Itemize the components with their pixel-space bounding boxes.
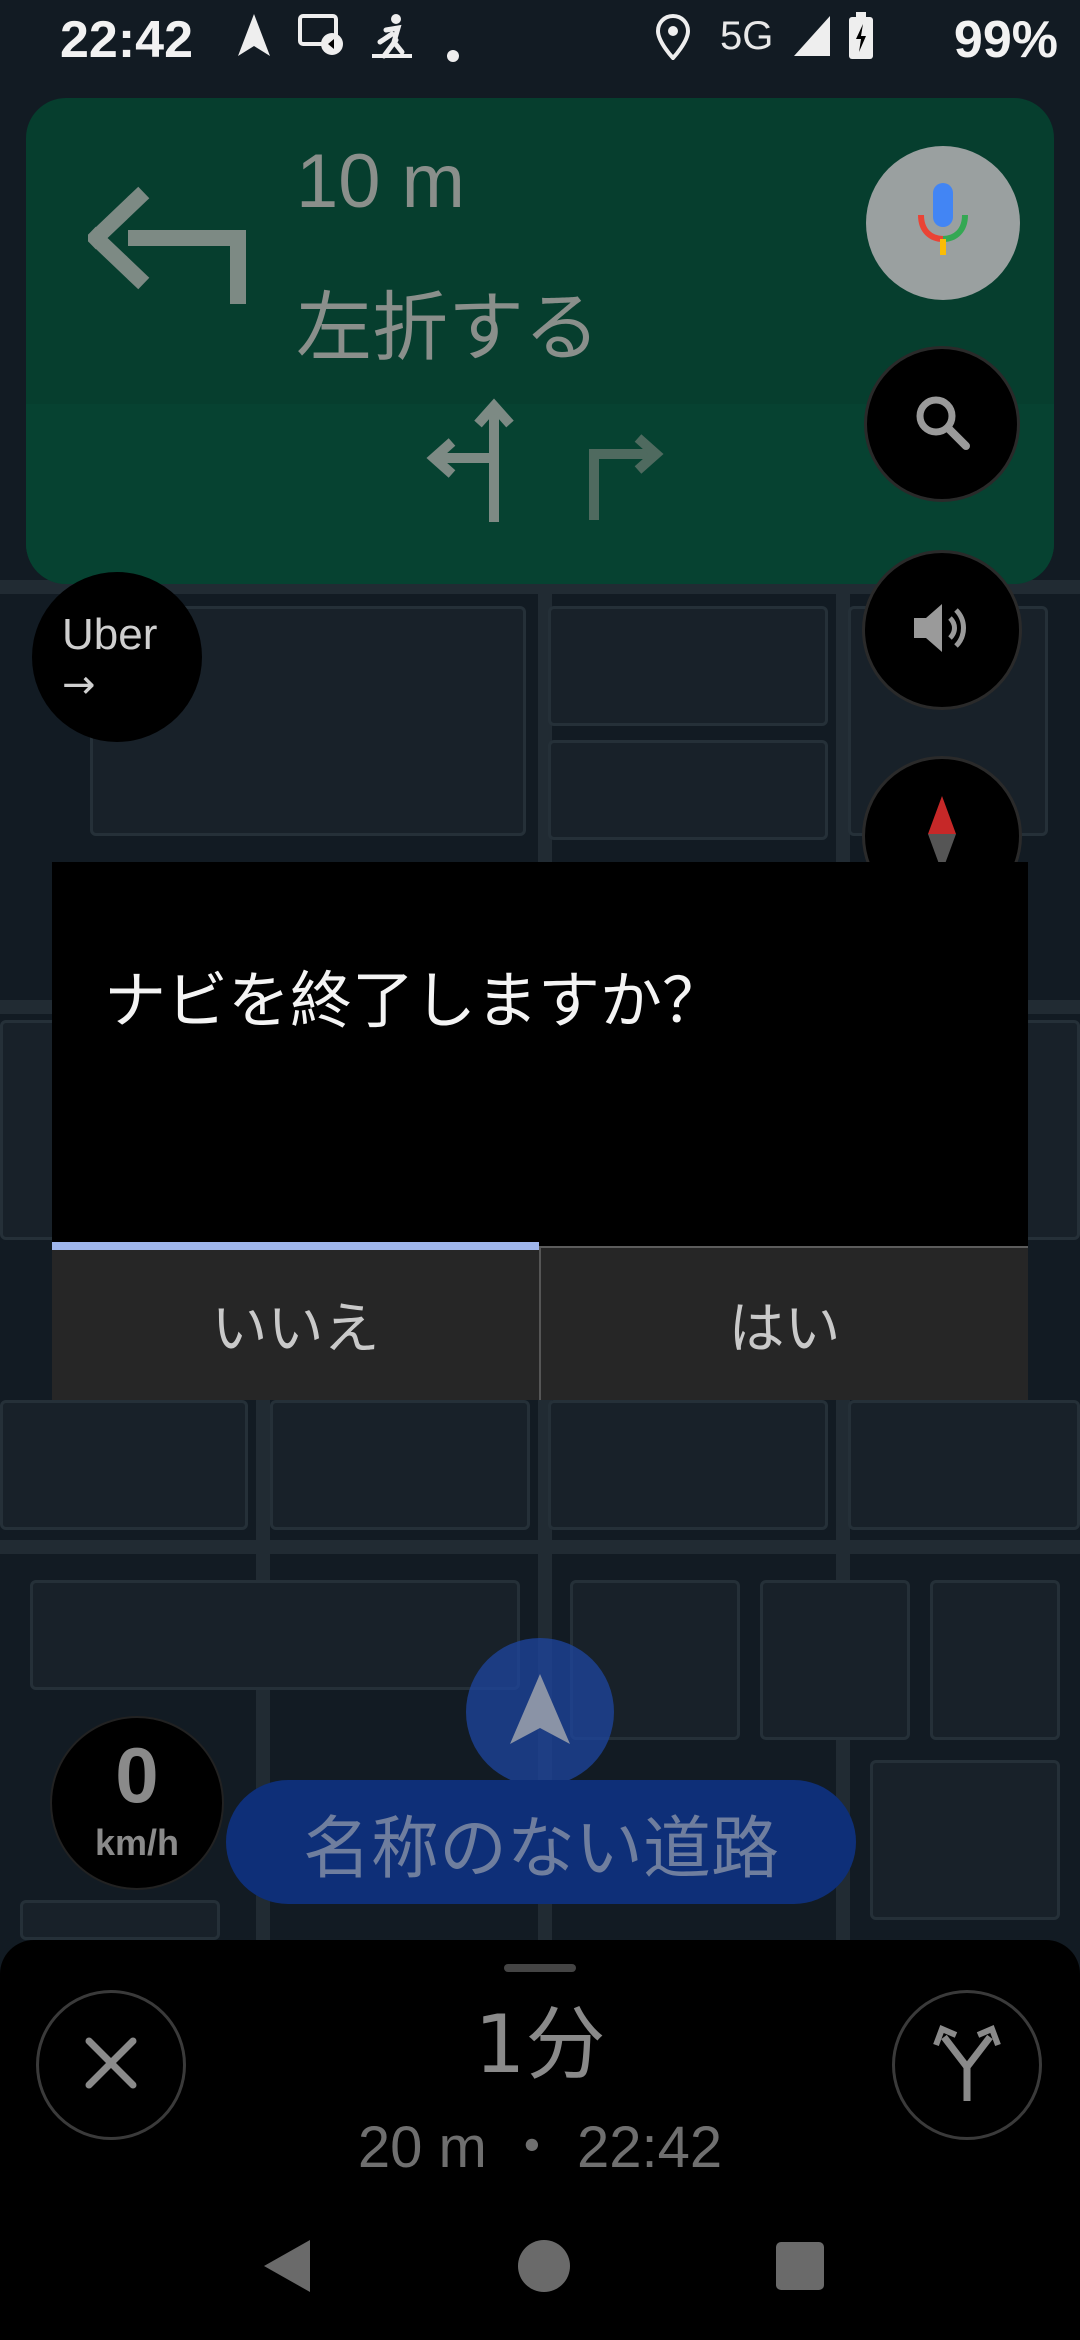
sound-button[interactable] [862, 550, 1022, 710]
running-icon [370, 12, 414, 70]
status-bar: 22:42 5G 99% [0, 0, 1080, 84]
end-navigation-dialog: ナビを終了しますか？ いいえ はい [52, 862, 1028, 1400]
home-icon[interactable] [516, 2236, 572, 2300]
speed-unit: km/h [94, 1822, 180, 1863]
search-icon [912, 392, 972, 456]
current-location-marker [466, 1638, 614, 1786]
volume-icon [910, 600, 974, 660]
turn-left-icon [84, 176, 268, 310]
recents-icon[interactable] [774, 2236, 826, 2300]
navigation-icon [234, 12, 274, 70]
focus-indicator [52, 1242, 539, 1250]
no-button[interactable]: いいえ [52, 1242, 539, 1400]
arrow-right-icon: → [62, 662, 96, 708]
yes-button-label: はい [728, 1296, 841, 1362]
maneuver-instruction: 左折する [296, 283, 600, 372]
maneuver-distance: 10 m [296, 139, 465, 224]
battery-icon [848, 12, 874, 70]
voice-search-button[interactable] [866, 146, 1020, 300]
lane-straight-left-icon [424, 394, 534, 528]
current-road-name: 名称のない道路 [226, 1780, 856, 1904]
lane-right-icon [582, 432, 682, 526]
alternate-routes-button[interactable] [892, 1990, 1042, 2140]
speedometer: 0 km/h [50, 1716, 224, 1890]
location-icon [655, 13, 691, 70]
drag-handle[interactable] [504, 1964, 576, 1972]
no-button-label: いいえ [211, 1296, 380, 1362]
battery-percent: 99% [953, 11, 1058, 69]
dialog-title: ナビを終了しますか？ [104, 964, 725, 1037]
yes-button[interactable]: はい [539, 1248, 1028, 1400]
route-fork-icon [932, 2023, 1002, 2107]
network-type: 5G [720, 14, 774, 58]
location-arrow-icon [506, 1670, 574, 1754]
mic-icon [915, 181, 971, 265]
screen-cast-icon [298, 14, 346, 68]
back-icon[interactable] [258, 2236, 314, 2300]
uber-label: Uber [62, 610, 158, 659]
signal-icon [792, 14, 832, 68]
dialog-button-row: いいえ はい [52, 1242, 1028, 1400]
speed-value: 0 [115, 1731, 159, 1819]
dot-icon [446, 24, 460, 73]
search-button[interactable] [864, 346, 1020, 502]
uber-shortcut-button[interactable]: Uber → [32, 572, 202, 742]
status-time: 22:42 [60, 11, 193, 69]
